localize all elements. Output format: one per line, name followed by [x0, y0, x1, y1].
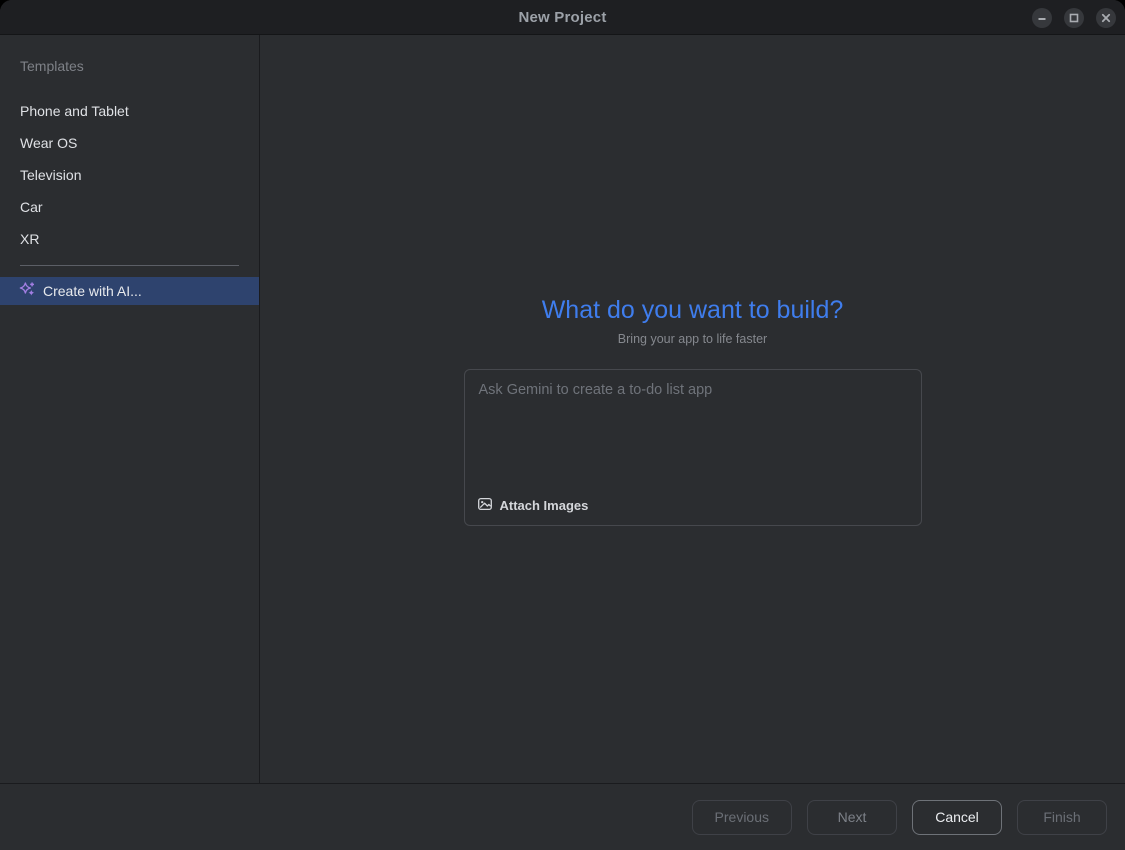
close-icon: [1101, 13, 1111, 23]
sidebar-header: Templates: [0, 51, 259, 81]
gemini-sparkle-icon: [19, 281, 36, 301]
maximize-button[interactable]: [1064, 8, 1084, 28]
sidebar-item-label: Create with AI...: [43, 283, 142, 299]
sidebar-item-wear-os[interactable]: Wear OS: [0, 127, 259, 159]
attach-images-label: Attach Images: [500, 498, 589, 513]
attach-images-button[interactable]: Attach Images: [477, 496, 589, 515]
dialog-footer: Previous Next Cancel Finish: [0, 783, 1125, 850]
finish-button[interactable]: Finish: [1017, 800, 1107, 835]
title-bar: New Project: [0, 0, 1125, 35]
image-icon: [477, 496, 493, 515]
cancel-button[interactable]: Cancel: [912, 800, 1002, 835]
minimize-icon: [1037, 13, 1047, 23]
sidebar-item-car[interactable]: Car: [0, 191, 259, 223]
window-title: New Project: [518, 9, 606, 26]
next-button[interactable]: Next: [807, 800, 897, 835]
gemini-prompt-input[interactable]: [465, 370, 921, 470]
sidebar-item-xr[interactable]: XR: [0, 223, 259, 255]
new-project-dialog: New Project Templates: [0, 0, 1125, 850]
prompt-box: Attach Images: [464, 369, 922, 526]
maximize-icon: [1069, 13, 1079, 23]
sidebar-item-phone-and-tablet[interactable]: Phone and Tablet: [0, 95, 259, 127]
sidebar-spacer: [0, 81, 259, 95]
close-button[interactable]: [1096, 8, 1116, 28]
dialog-content: Templates Phone and Tablet Wear OS Telev…: [0, 35, 1125, 783]
sidebar-divider: [20, 265, 239, 266]
sidebar-item-create-with-ai[interactable]: Create with AI...: [0, 277, 259, 305]
page-title: What do you want to build?: [542, 295, 844, 326]
page-subtitle: Bring your app to life faster: [618, 332, 767, 346]
previous-button[interactable]: Previous: [692, 800, 792, 835]
minimize-button[interactable]: [1032, 8, 1052, 28]
main-panel: What do you want to build? Bring your ap…: [260, 35, 1125, 783]
window-controls: [1032, 0, 1116, 35]
templates-sidebar: Templates Phone and Tablet Wear OS Telev…: [0, 35, 260, 783]
sidebar-item-television[interactable]: Television: [0, 159, 259, 191]
